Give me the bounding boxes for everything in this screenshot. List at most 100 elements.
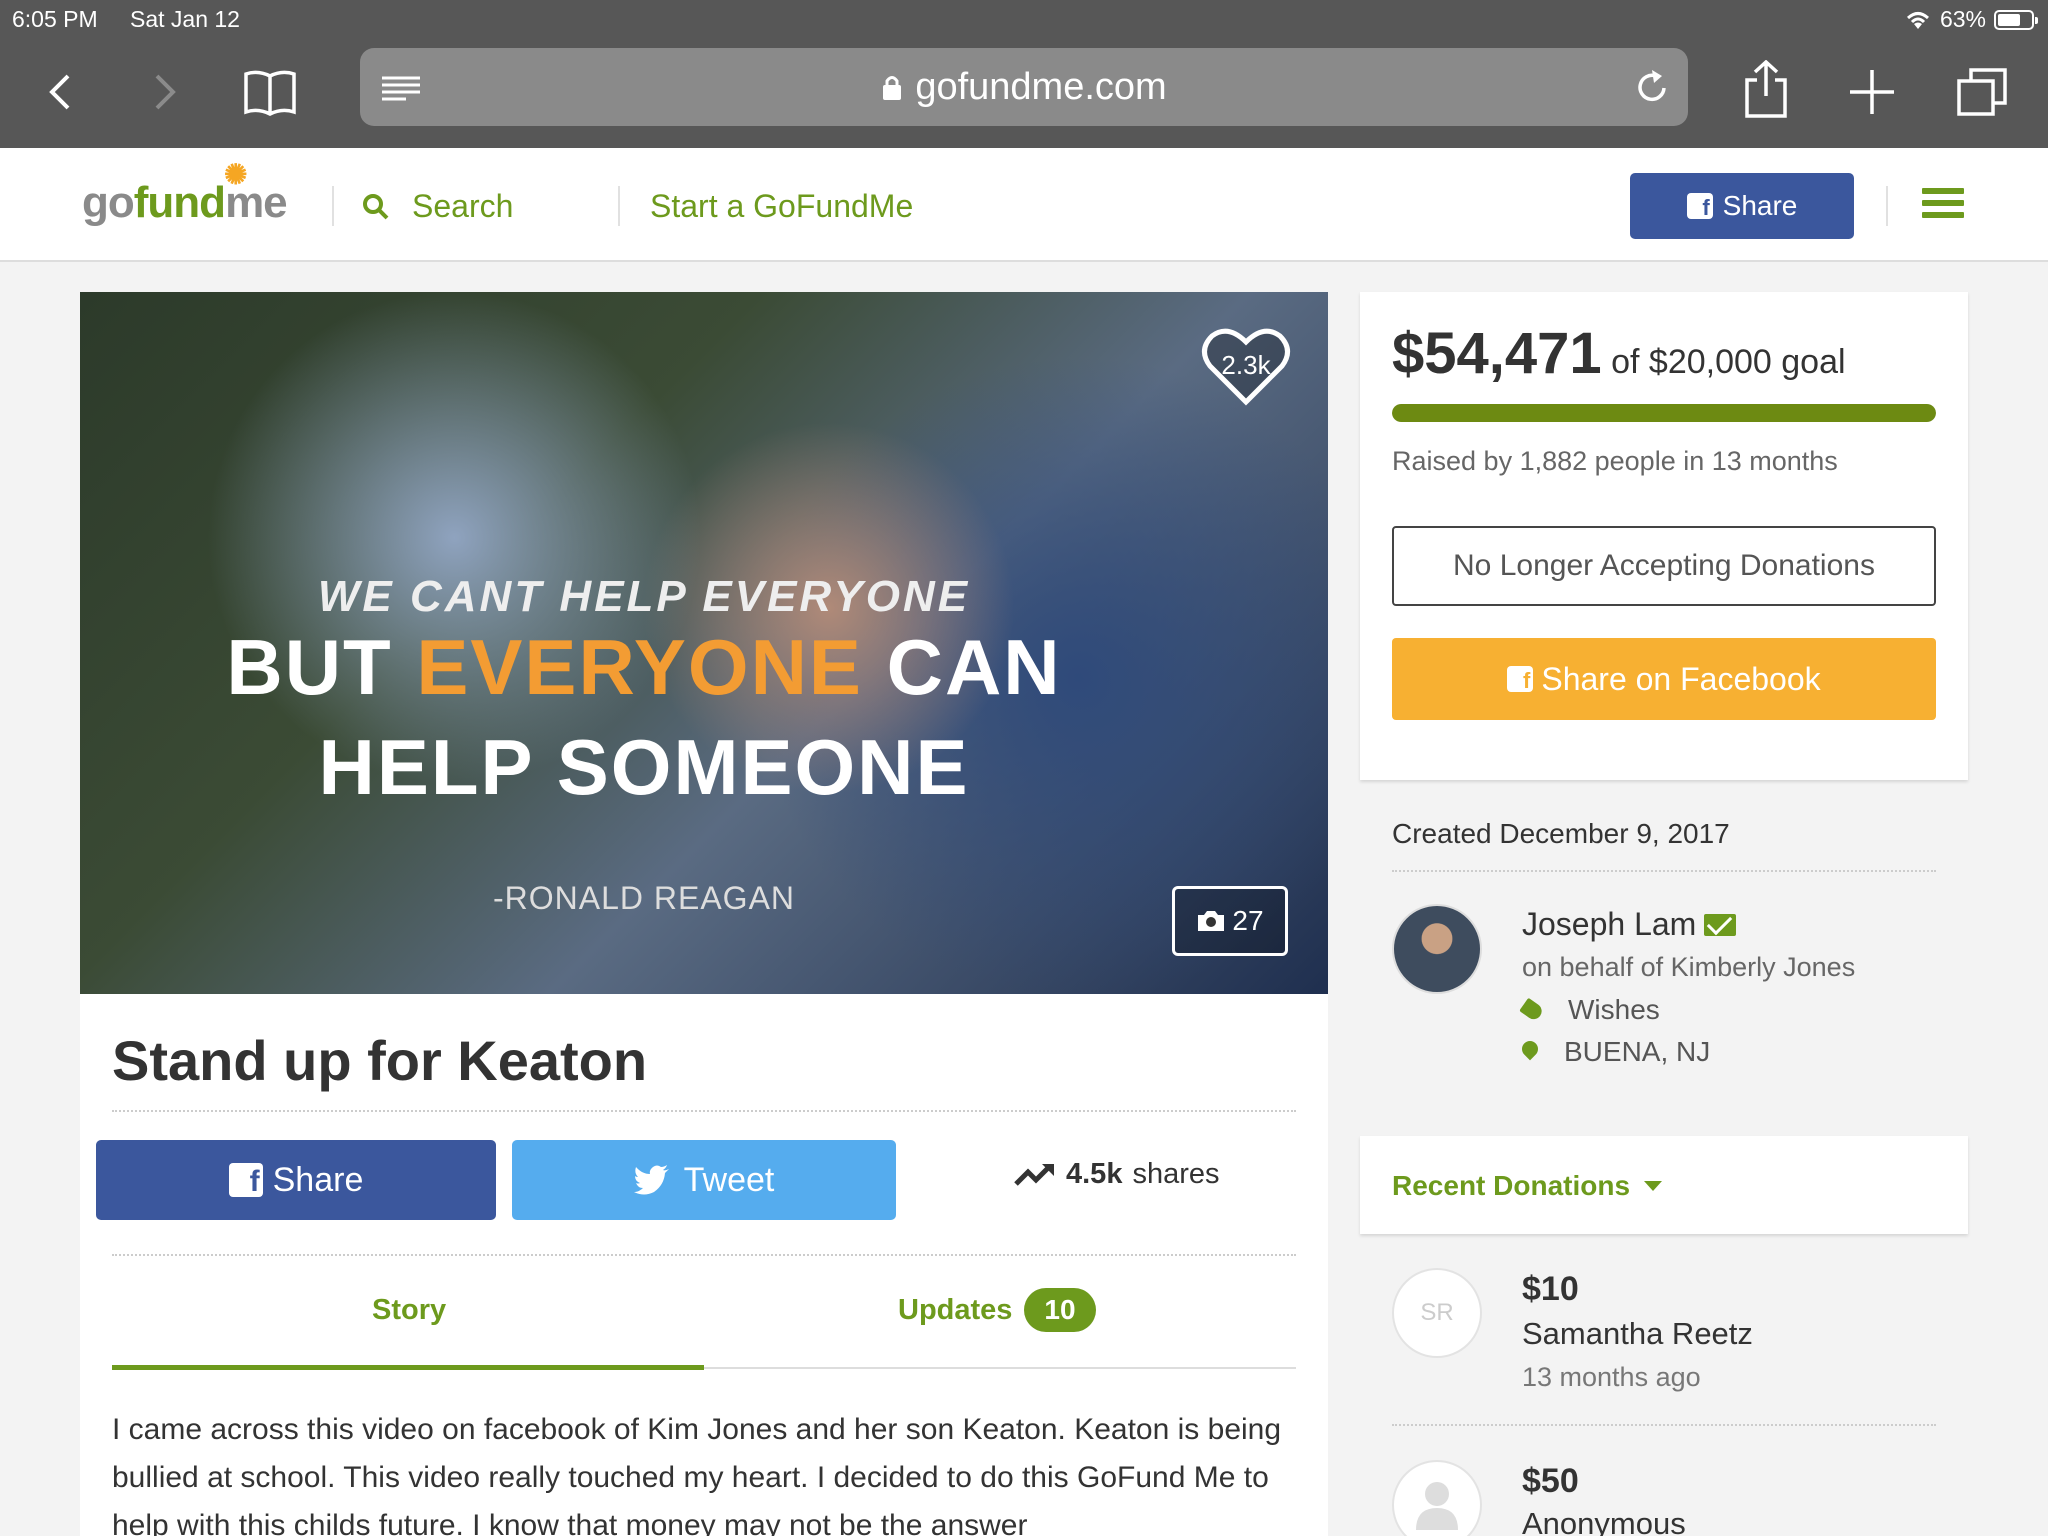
- donation-amount: $50: [1522, 1462, 1579, 1500]
- caret-down-icon: [1644, 1181, 1663, 1191]
- recent-donations-dropdown[interactable]: Recent Donations: [1392, 1170, 1663, 1202]
- divider: [112, 1254, 1296, 1256]
- share-icon: [1745, 60, 1787, 118]
- header-share-label: Share: [1722, 190, 1798, 221]
- chevron-left-icon: [49, 74, 70, 110]
- goal-text: of $20,000 goal: [1611, 343, 1846, 381]
- twitter-icon: [633, 1165, 669, 1195]
- organizer-name-row[interactable]: Joseph Lam: [1522, 906, 1737, 943]
- created-date: Created December 9, 2017: [1392, 818, 1730, 849]
- organizer-avatar[interactable]: [1392, 904, 1482, 994]
- photo-count: 27: [1232, 905, 1264, 936]
- new-tab-button[interactable]: [1842, 62, 1902, 122]
- battery-icon: [1994, 9, 2038, 30]
- divider: [1392, 870, 1936, 872]
- gofundme-logo[interactable]: ✺ gofundme: [82, 159, 288, 228]
- share-on-facebook-button[interactable]: f Share on Facebook: [1392, 638, 1936, 720]
- donation-time: 13 months ago: [1522, 1362, 1701, 1392]
- site-header: ✺ gofundme Search Start a GoFundMe f Sha…: [0, 148, 2048, 262]
- raised-by-text: Raised by 1,882 people in 13 months: [1392, 446, 1838, 476]
- heart-button[interactable]: 2.3k: [1200, 320, 1292, 412]
- tab-updates-label: Updates: [898, 1294, 1013, 1326]
- campaign-title: Stand up for Keaton: [112, 1029, 648, 1092]
- header-divider: [1886, 186, 1888, 226]
- camera-icon: [1198, 911, 1225, 931]
- person-icon: [1416, 1482, 1458, 1530]
- location-pin-icon: [1522, 1041, 1538, 1063]
- category-label: Wishes: [1568, 994, 1660, 1025]
- facebook-icon: f: [1507, 666, 1534, 692]
- logo-fund: fund: [133, 178, 226, 227]
- facebook-icon: f: [1686, 193, 1713, 219]
- sun-icon: ✺: [224, 159, 247, 190]
- hamburger-menu-icon[interactable]: [1922, 188, 1964, 222]
- forward-button[interactable]: [135, 62, 195, 122]
- donor-avatar: [1392, 1460, 1482, 1536]
- status-right: 63%: [1904, 6, 2038, 33]
- recent-donations-card: Recent Donations: [1360, 1136, 1968, 1234]
- location-row: BUENA, NJ: [1522, 1036, 1710, 1068]
- header-divider: [332, 186, 334, 226]
- share-sheet-button[interactable]: [1736, 54, 1796, 124]
- back-button[interactable]: [30, 62, 90, 122]
- header-divider: [618, 186, 620, 226]
- start-gofundme-link[interactable]: Start a GoFundMe: [650, 188, 913, 225]
- facebook-share-button[interactable]: f Share: [96, 1140, 496, 1220]
- location-label: BUENA, NJ: [1564, 1036, 1711, 1067]
- wifi-icon: [1906, 11, 1929, 29]
- organizer-name: Joseph Lam: [1522, 906, 1697, 942]
- hero-quote-line1: WE CANT HELP EVERYONE: [317, 572, 971, 621]
- donor-avatar: SR: [1392, 1268, 1482, 1358]
- on-behalf-of: on behalf of Kimberly Jones: [1522, 952, 1856, 982]
- url-domain: gofundme.com: [915, 66, 1167, 108]
- category-row[interactable]: Wishes: [1519, 994, 1660, 1026]
- tab-story[interactable]: Story: [372, 1294, 446, 1327]
- status-date: Sat Jan 12: [130, 6, 240, 32]
- share-count-value: 4.5k: [1066, 1158, 1123, 1190]
- url-text: gofundme.com: [360, 66, 1688, 109]
- progress-bar: [1392, 404, 1936, 422]
- hero-quote-line3: HELP SOMEONE: [318, 723, 970, 811]
- search-icon: [363, 193, 389, 219]
- recent-donations-label: Recent Donations: [1392, 1170, 1631, 1201]
- divider: [1392, 1424, 1936, 1426]
- donation-amount: $10: [1522, 1270, 1579, 1308]
- tweet-button[interactable]: Tweet: [512, 1140, 896, 1220]
- plus-icon: [1850, 70, 1894, 114]
- logo-go: go: [82, 178, 135, 227]
- tab-active-indicator: [112, 1365, 704, 1370]
- tab-updates[interactable]: Updates 10: [898, 1288, 1096, 1332]
- campaign-story: I came across this video on facebook of …: [112, 1413, 1282, 1536]
- search-link[interactable]: Search: [362, 188, 513, 225]
- hero-quote-word: EVERYONE: [416, 623, 863, 711]
- bookmarks-button[interactable]: [240, 62, 300, 122]
- amount-raised: $54,471 of $20,000 goal: [1392, 320, 1846, 387]
- book-icon: [244, 70, 296, 116]
- reload-icon[interactable]: [1634, 68, 1670, 106]
- share-on-facebook-label: Share on Facebook: [1541, 660, 1821, 697]
- battery-percent: 63%: [1939, 6, 1986, 32]
- no-longer-accepting-button[interactable]: No Longer Accepting Donations: [1392, 526, 1936, 606]
- campaign-hero-image[interactable]: WE CANT HELP EVERYONE BUT EVERYONE CAN H…: [80, 292, 1328, 994]
- divider: [112, 1110, 1296, 1112]
- tag-icon: [1519, 997, 1545, 1023]
- donation-summary-card: $54,471 of $20,000 goal Raised by 1,882 …: [1360, 292, 1968, 780]
- address-bar[interactable]: gofundme.com: [360, 48, 1688, 126]
- chevron-right-icon: [155, 74, 176, 110]
- hero-quote-word: BUT: [226, 623, 393, 711]
- hero-quote-word: CAN: [886, 623, 1062, 711]
- photo-count-button[interactable]: 27: [1172, 886, 1288, 956]
- donor-name: Anonymous: [1522, 1506, 1686, 1536]
- tabs-button[interactable]: [1952, 62, 2012, 122]
- hero-quote-attribution: -RONALD REAGAN: [492, 880, 796, 916]
- status-time: 6:05 PM: [12, 6, 98, 32]
- heart-count: 2.3k: [1221, 350, 1271, 380]
- header-share-button[interactable]: f Share: [1630, 173, 1854, 239]
- progress-fill: [1392, 404, 1936, 422]
- facebook-icon: f: [228, 1163, 263, 1197]
- hero-quote-line2: BUT EVERYONE CAN: [80, 622, 1208, 713]
- browser-chrome: 6:05 PM Sat Jan 12 63% gofundme.com: [0, 0, 2048, 148]
- trending-up-icon: [1014, 1163, 1054, 1186]
- tabs-icon: [1957, 68, 2007, 116]
- envelope-icon[interactable]: [1704, 913, 1737, 936]
